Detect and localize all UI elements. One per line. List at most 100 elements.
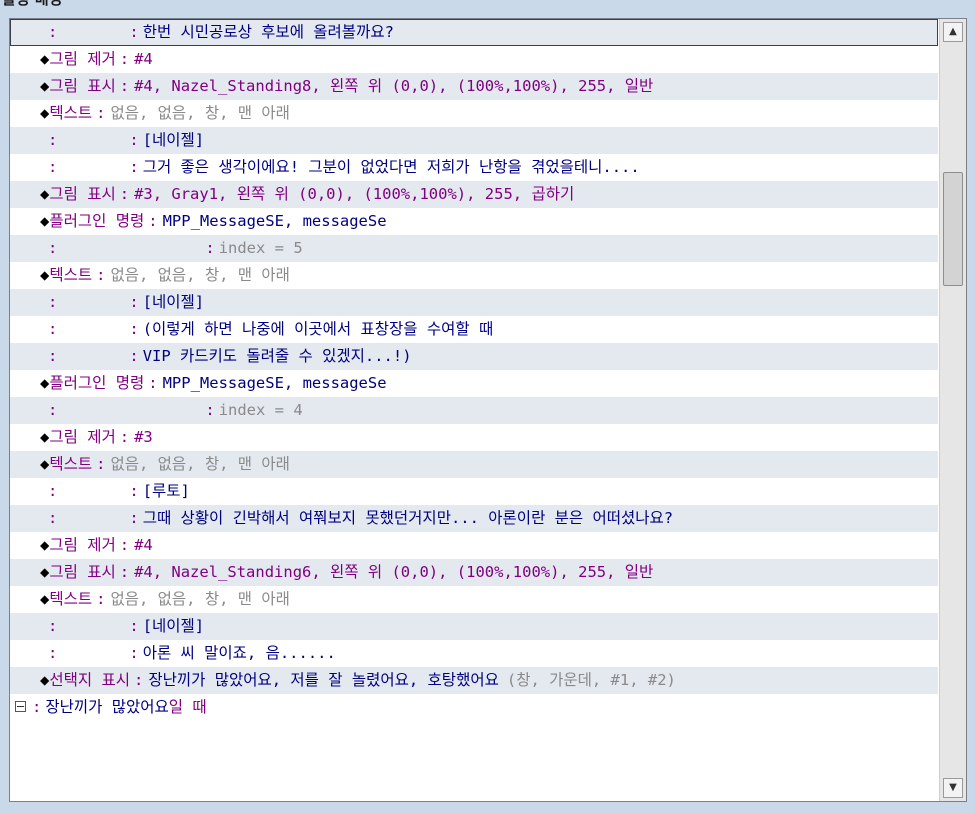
command-row[interactable]: :: [네이젤] (10, 613, 938, 640)
command-row[interactable]: :: 그때 상황이 긴박해서 여쭤보지 못했던거지만... 아론이란 분은 어떠셨… (10, 505, 938, 532)
command-args: #3, Gray1, 왼쪽 위 (0,0), (100%,100%), 255,… (134, 185, 575, 203)
command-name: 텍스트 (49, 266, 93, 284)
continuation-colon: : (48, 23, 58, 41)
text-colon: : (205, 239, 215, 257)
separator-colon: : (119, 185, 130, 203)
command-row[interactable]: :: (이렇게 하면 나중에 이곳에서 표창장을 수여할 때 (10, 316, 938, 343)
separator-colon: : (96, 266, 106, 284)
command-name: 그림 제거 (49, 536, 116, 554)
text-colon: : (129, 347, 139, 365)
command-name: 텍스트 (49, 455, 93, 473)
separator-colon: : (119, 77, 130, 95)
continuation-colon: : (48, 509, 58, 527)
choice-options: 장난끼가 많았어요, 저를 잘 놀렸어요, 호탕했어요 (148, 671, 499, 689)
scroll-down-arrow-icon[interactable]: ▼ (943, 778, 963, 798)
command-row[interactable]: ◆텍스트: 없음, 없음, 창, 맨 아래 (10, 262, 938, 289)
command-name: 텍스트 (49, 104, 93, 122)
text-colon: : (129, 482, 139, 500)
command-row[interactable]: ◆선택지 표시: 장난끼가 많았어요, 저를 잘 놀렸어요, 호탕했어요 (창, 가… (10, 667, 938, 694)
command-name: 그림 제거 (49, 428, 116, 446)
diamond-icon: ◆ (40, 185, 50, 203)
branch-label: 장난끼가 많았어요 (45, 698, 169, 716)
message-text: 한번 시민공로상 후보에 올려볼까요? (142, 23, 394, 41)
text-colon: : (129, 131, 139, 149)
command-row[interactable]: :: [네이젤] (10, 289, 938, 316)
command-row[interactable]: ◆그림 제거: #4 (10, 46, 938, 73)
text-colon: : (129, 509, 139, 527)
continuation-colon: : (48, 320, 58, 338)
branch-suffix: 일 때 (168, 698, 207, 716)
command-name: 그림 표시 (49, 563, 116, 581)
choice-settings: (창, 가운데, #1, #2) (506, 671, 676, 689)
command-args: MPP_MessageSE, messageSe (162, 212, 387, 230)
command-name: 플러그인 명령 (49, 374, 145, 392)
text-colon: : (129, 320, 139, 338)
command-row[interactable]: ◆그림 제거: #3 (10, 424, 938, 451)
continuation-colon: : (48, 239, 58, 257)
continuation-colon: : (48, 293, 58, 311)
command-row[interactable]: ◆그림 표시: #4, Nazel_Standing6, 왼쪽 위 (0,0), … (10, 559, 938, 586)
command-row[interactable]: ◆플러그인 명령: MPP_MessageSE, messageSe (10, 370, 938, 397)
text-colon: : (129, 293, 139, 311)
diamond-icon: ◆ (40, 590, 50, 608)
diamond-icon: ◆ (40, 671, 50, 689)
diamond-icon: ◆ (40, 77, 50, 95)
collapse-branch-icon[interactable] (15, 701, 26, 712)
continuation-colon: : (48, 482, 58, 500)
command-args: MPP_MessageSE, messageSe (162, 374, 387, 392)
command-row[interactable]: ◆텍스트: 없음, 없음, 창, 맨 아래 (10, 586, 938, 613)
continuation-colon: : (48, 401, 58, 419)
command-name: 선택지 표시 (49, 671, 130, 689)
command-args: #3 (134, 428, 153, 446)
command-row[interactable]: ◆그림 표시: #3, Gray1, 왼쪽 위 (0,0), (100%,100%… (10, 181, 938, 208)
text-colon: : (129, 644, 139, 662)
scroll-up-arrow-icon[interactable]: ▲ (943, 22, 963, 42)
command-row[interactable]: :: VIP 카드키도 돌려줄 수 있겠지...!) (10, 343, 938, 370)
separator-colon: : (96, 104, 106, 122)
command-args: 없음, 없음, 창, 맨 아래 (110, 590, 290, 608)
command-args: 없음, 없음, 창, 맨 아래 (110, 266, 290, 284)
message-text: 아론 씨 말이죠, 음...... (142, 644, 336, 662)
message-text: 그거 좋은 생각이에요! 그분이 없었다면 저희가 난항을 겪었을테니.... (142, 158, 640, 176)
command-rows: :: 한번 시민공로상 후보에 올려볼까요? ◆그림 제거: #4 ◆그림 표시: #4,… (10, 19, 938, 721)
separator-colon: : (119, 50, 130, 68)
vertical-scrollbar[interactable]: ▲ ▼ (939, 19, 966, 801)
command-row[interactable]: :: [네이젤] (10, 127, 938, 154)
command-row[interactable]: :: 아론 씨 말이죠, 음...... (10, 640, 938, 667)
diamond-icon: ◆ (40, 104, 50, 122)
message-text: (이렇게 하면 나중에 이곳에서 표창장을 수여할 때 (142, 320, 494, 338)
command-args: #4 (134, 536, 153, 554)
window-title: 활성 배경 (0, 0, 62, 8)
message-text: [네이젤] (142, 293, 205, 311)
command-row[interactable]: :: [루토] (10, 478, 938, 505)
command-row[interactable]: ◆텍스트: 없음, 없음, 창, 맨 아래 (10, 100, 938, 127)
text-colon: : (129, 617, 139, 635)
branch-colon: : (32, 698, 42, 716)
command-row[interactable]: :: index = 4 (10, 397, 938, 424)
event-command-list[interactable]: :: 한번 시민공로상 후보에 올려볼까요? ◆그림 제거: #4 ◆그림 표시: #4,… (9, 18, 967, 802)
message-text: [네이젤] (142, 617, 205, 635)
command-name: 그림 표시 (49, 77, 116, 95)
message-text: [네이젤] (142, 131, 205, 149)
command-row[interactable]: :: index = 5 (10, 235, 938, 262)
separator-colon: : (133, 671, 144, 689)
command-row[interactable]: :: 그거 좋은 생각이에요! 그분이 없었다면 저희가 난항을 겪었을테니...… (10, 154, 938, 181)
command-row[interactable]: ◆그림 제거: #4 (10, 532, 938, 559)
command-row[interactable]: ◆플러그인 명령: MPP_MessageSE, messageSe (10, 208, 938, 235)
continuation-colon: : (48, 617, 58, 635)
plugin-arg-text: index = 5 (218, 239, 303, 257)
scrollbar-thumb[interactable] (943, 172, 963, 286)
command-row[interactable]: ◆텍스트: 없음, 없음, 창, 맨 아래 (10, 451, 938, 478)
separator-colon: : (148, 212, 158, 230)
text-colon: : (129, 158, 139, 176)
diamond-icon: ◆ (40, 212, 50, 230)
command-row[interactable]: ◆그림 표시: #4, Nazel_Standing8, 왼쪽 위 (0,0), … (10, 73, 938, 100)
separator-colon: : (119, 536, 130, 554)
command-args: #4 (134, 50, 153, 68)
diamond-icon: ◆ (40, 563, 50, 581)
separator-colon: : (119, 563, 130, 581)
message-text: VIP 카드키도 돌려줄 수 있겠지...!) (142, 347, 412, 365)
diamond-icon: ◆ (40, 50, 50, 68)
command-row[interactable]: : 장난끼가 많았어요일 때 (10, 694, 938, 721)
command-row[interactable]: :: 한번 시민공로상 후보에 올려볼까요? (10, 19, 938, 46)
